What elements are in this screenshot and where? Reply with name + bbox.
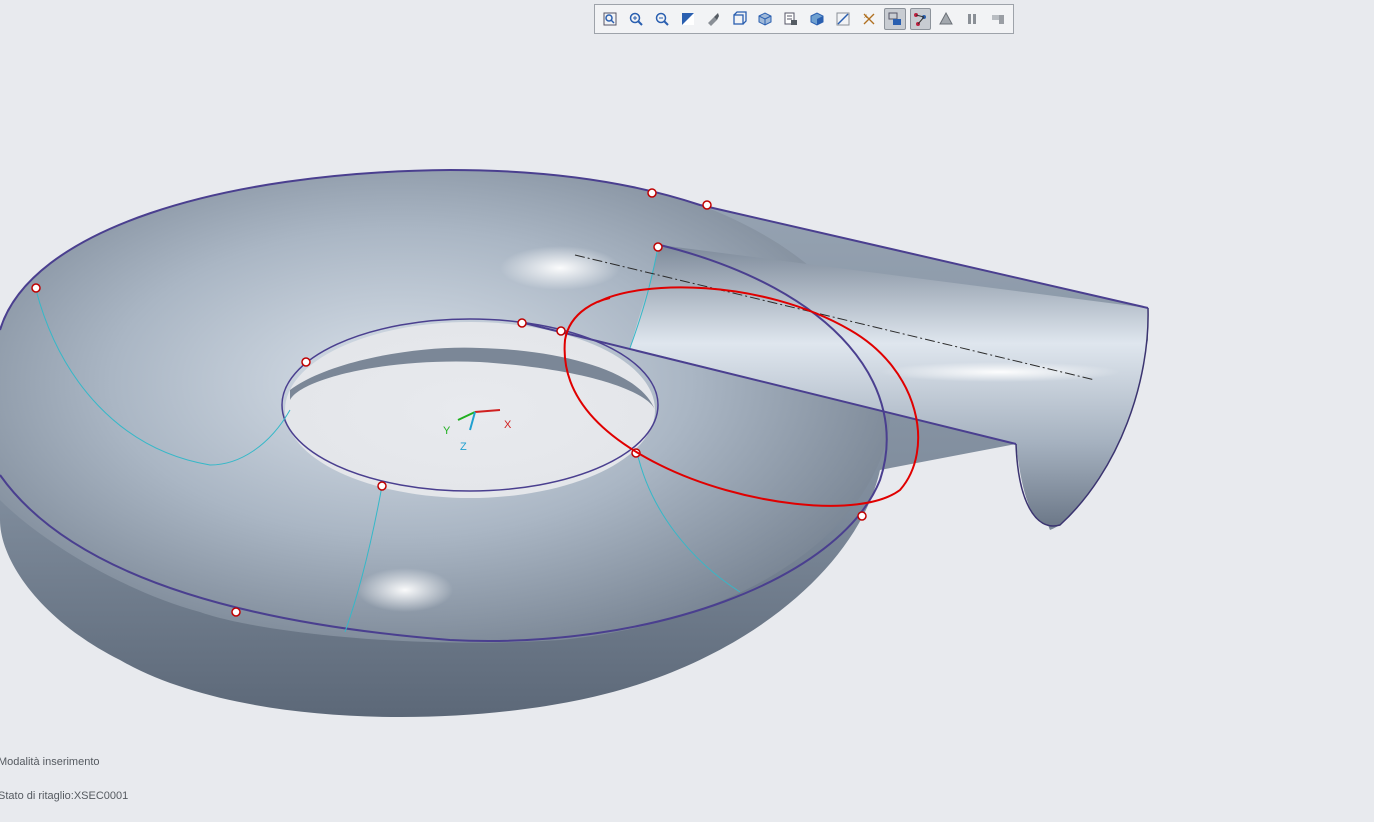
section-display-icon: [888, 12, 901, 25]
model-viewport[interactable]: X Y Z: [0, 0, 1374, 822]
saved-orientations-button[interactable]: [728, 8, 750, 30]
axis-y-label: Y: [443, 425, 451, 437]
pause-button[interactable]: [961, 8, 983, 30]
display-style-icon: [758, 12, 772, 26]
appearance-button[interactable]: [935, 8, 957, 30]
perspective-view-icon: [810, 12, 824, 26]
reorient-button[interactable]: [703, 8, 725, 30]
appearance-icon: [939, 11, 954, 25]
vertex-marker[interactable]: [647, 188, 657, 198]
datum-display-button[interactable]: x: [858, 8, 880, 30]
highlight-lower: [357, 568, 453, 612]
pause-icon: [968, 14, 977, 24]
annotation-display-button[interactable]: [832, 8, 854, 30]
svg-text:x: x: [864, 14, 867, 20]
zoom-out-icon: [655, 12, 669, 26]
refit-button[interactable]: [599, 8, 621, 30]
annotation-display-icon: [836, 12, 850, 26]
reorient-icon: [708, 13, 720, 26]
view-manager-icon: [784, 12, 798, 25]
zoom-out-button[interactable]: [651, 8, 673, 30]
cross-section-button[interactable]: [909, 8, 932, 30]
view-toolbar: x: [594, 4, 1014, 34]
vertex-marker[interactable]: [857, 511, 867, 521]
status-mode-text: Modalità inserimento: [0, 756, 100, 768]
zoom-in-icon: [629, 12, 643, 26]
zoom-in-button[interactable]: [625, 8, 647, 30]
vertex-marker[interactable]: [31, 283, 41, 293]
vertex-marker[interactable]: [653, 242, 663, 252]
section-display-button[interactable]: [883, 8, 906, 30]
axis-x-label: X: [504, 419, 512, 431]
status-clip-text: Stato di ritaglio:XSEC0001: [0, 790, 129, 802]
vertex-marker[interactable]: [231, 607, 241, 617]
volute-casing[interactable]: X Y Z: [0, 168, 1149, 718]
datum-display-icon: x: [863, 13, 875, 25]
perspective-view-button[interactable]: [806, 8, 828, 30]
vertex-marker[interactable]: [301, 357, 311, 367]
highlight-pipe: [880, 362, 1120, 382]
refit-icon: [603, 12, 617, 26]
highlight-upper: [500, 246, 620, 290]
display-style-button[interactable]: [754, 8, 776, 30]
saved-orientations-icon: [733, 11, 747, 25]
spin-center-button[interactable]: [987, 8, 1009, 30]
vertex-marker[interactable]: [377, 481, 387, 491]
spin-center-icon: [992, 15, 1005, 24]
repaint-button[interactable]: [677, 8, 699, 30]
vertex-marker[interactable]: [556, 326, 566, 336]
cross-section-icon: [914, 13, 927, 26]
vertex-marker[interactable]: [702, 200, 712, 210]
view-manager-button[interactable]: [780, 8, 802, 30]
vertex-marker[interactable]: [517, 318, 527, 328]
repaint-icon: [681, 13, 694, 25]
axis-z-label: Z: [460, 441, 467, 453]
